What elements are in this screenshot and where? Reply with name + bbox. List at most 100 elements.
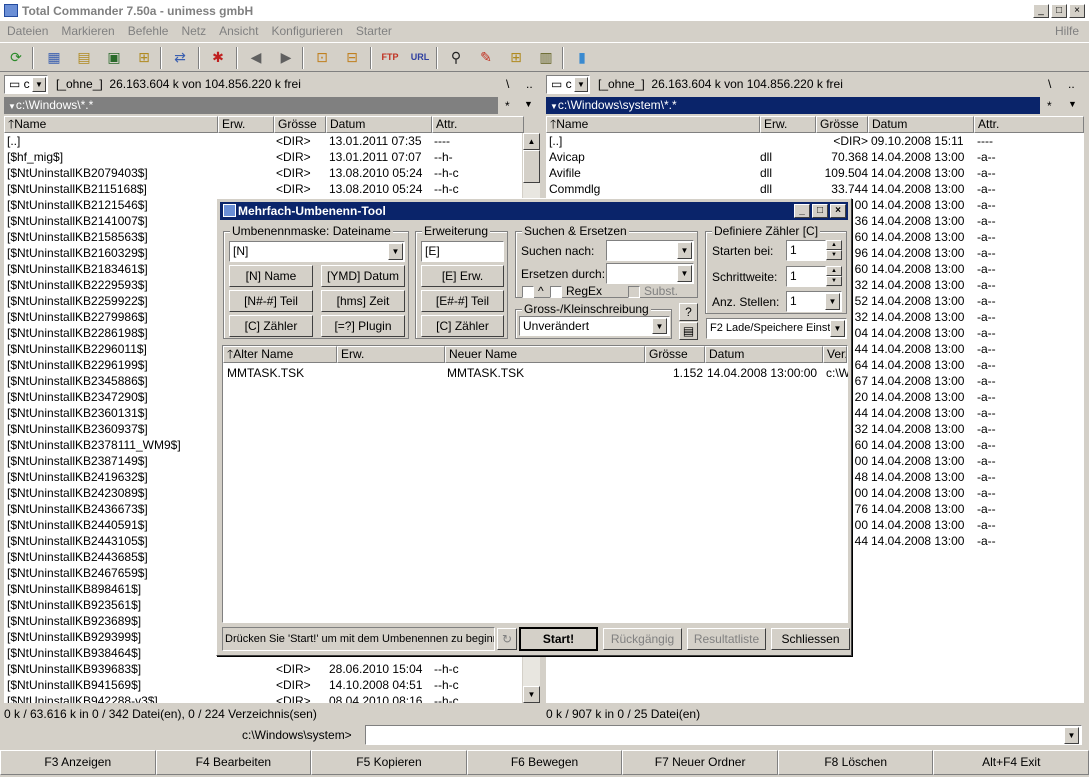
pack-icon[interactable]: ⊡ — [312, 48, 332, 67]
left-col-name[interactable]: 🡑Name — [4, 116, 218, 133]
refresh-icon[interactable]: ⟳ — [6, 48, 26, 67]
f6-move-button[interactable]: F6 Bewegen — [466, 750, 623, 775]
chevron-down-icon[interactable]: ▼ — [388, 243, 403, 260]
help-button[interactable]: ? — [679, 303, 698, 321]
case-select[interactable]: Unverändert — [519, 316, 670, 336]
counter-placeholder-button[interactable]: [C] Zähler — [229, 315, 313, 337]
col-dir[interactable]: Verz — [823, 346, 847, 363]
altf4-exit-button[interactable]: Alt+F4 Exit — [933, 750, 1089, 775]
chevron-down-icon[interactable]: ▼ — [652, 318, 667, 334]
left-col-size[interactable]: Grösse — [274, 116, 326, 133]
ftp-icon[interactable]: FTP — [380, 48, 400, 67]
subst-checkbox[interactable] — [628, 286, 640, 298]
col-ext[interactable]: Erw. — [337, 346, 445, 363]
menu-starter[interactable]: Starter — [356, 24, 392, 40]
invert-selection-icon[interactable]: ⇄ — [170, 48, 190, 67]
file-row[interactable]: [$NtUninstallKB942288-v3$] <DIR> 08.04.201… — [4, 693, 522, 703]
reload-icon[interactable]: ↻ — [497, 628, 517, 650]
right-history-button[interactable]: ▼ — [1068, 99, 1077, 109]
unpack-icon[interactable]: ⊟ — [342, 48, 362, 67]
right-star-button[interactable]: * — [1047, 99, 1052, 113]
file-row[interactable]: Avifile dll 109.504 14.04.2008 13:00 -a-- — [546, 165, 1084, 181]
f7-newfolder-button[interactable]: F7 Neuer Ordner — [622, 750, 778, 775]
f3-view-button[interactable]: F3 Anzeigen — [0, 750, 156, 775]
chevron-down-icon[interactable]: ▼ — [825, 293, 840, 310]
left-drive-select[interactable]: ▭ c ▼ — [4, 75, 48, 94]
close-dialog-button[interactable]: Schliessen — [771, 628, 850, 650]
thumbnail-view-icon[interactable]: ▣ — [104, 48, 124, 67]
sync-dirs-icon[interactable]: ⊞ — [506, 48, 526, 67]
f5-copy-button[interactable]: F5 Kopieren — [311, 750, 467, 775]
left-col-date[interactable]: Datum — [326, 116, 432, 133]
search-icon[interactable]: ⚲ — [446, 48, 466, 67]
time-placeholder-button[interactable]: [hms] Zeit — [321, 290, 405, 312]
left-col-attr[interactable]: Attr. — [432, 116, 524, 133]
extension-input[interactable]: [E] — [421, 241, 504, 262]
ext-placeholder-button[interactable]: [E] Erw. — [421, 265, 504, 287]
scroll-thumb[interactable] — [523, 150, 540, 183]
dialog-maximize-button[interactable]: □ — [812, 204, 828, 218]
right-col-ext[interactable]: Erw. — [760, 116, 816, 133]
date-placeholder-button[interactable]: [YMD] Datum — [321, 265, 405, 287]
col-old-name[interactable]: 🡑Alter Name — [223, 346, 337, 363]
url-icon[interactable]: URL — [410, 48, 430, 67]
forward-icon[interactable]: ▶ — [276, 48, 296, 67]
name-placeholder-button[interactable]: [N] Name — [229, 265, 313, 287]
part-placeholder-button[interactable]: [N#-#] Teil — [229, 290, 313, 312]
scroll-down-icon[interactable]: ▼ — [523, 686, 540, 703]
start-input[interactable]: 1 — [786, 240, 826, 261]
regex-checkbox[interactable] — [550, 286, 562, 298]
chevron-down-icon[interactable]: ▼ — [830, 320, 845, 337]
compare-icon[interactable]: ▥ — [536, 48, 556, 67]
file-row[interactable]: Commdlg dll 33.744 14.04.2008 13:00 -a-- — [546, 181, 1084, 197]
file-row[interactable]: [..] <DIR> 13.01.2011 07:35 ---- — [4, 133, 522, 149]
left-star-button[interactable]: * — [505, 99, 510, 113]
detail-view-icon[interactable]: ▤ — [74, 48, 94, 67]
plugin-placeholder-button[interactable]: [=?] Plugin — [321, 315, 405, 337]
minimize-button[interactable]: _ — [1033, 4, 1049, 18]
left-path-bar[interactable]: ▼c:\Windows\*.* — [4, 97, 498, 114]
notepad-icon[interactable]: ▮ — [572, 48, 592, 67]
right-col-name[interactable]: 🡑Name — [546, 116, 760, 133]
file-row[interactable]: [$NtUninstallKB941569$] <DIR> 14.10.2008 0… — [4, 677, 522, 693]
chevron-down-icon[interactable]: ▼ — [1064, 727, 1079, 744]
dialog-close-button[interactable]: × — [830, 204, 846, 218]
edit-names-icon[interactable]: ▤ — [679, 322, 698, 340]
file-row[interactable]: [$NtUninstallKB2079403$] <DIR> 13.08.2010 … — [4, 165, 522, 181]
menu-hilfe[interactable]: Hilfe — [1055, 24, 1079, 38]
dialog-minimize-button[interactable]: _ — [794, 204, 810, 218]
right-col-attr[interactable]: Attr. — [974, 116, 1084, 133]
menu-dateien[interactable]: Dateien — [7, 24, 48, 40]
back-icon[interactable]: ◀ — [246, 48, 266, 67]
undo-button[interactable]: Rückgängig — [603, 628, 682, 650]
f4-edit-button[interactable]: F4 Bearbeiten — [155, 750, 312, 775]
step-spinner[interactable]: ▲ ▼ — [826, 266, 842, 287]
scroll-up-icon[interactable]: ▲ — [523, 133, 540, 150]
file-row[interactable]: [$hf_mig$] <DIR> 13.01.2011 07:07 --h- — [4, 149, 522, 165]
right-path-bar[interactable]: ▼c:\Windows\system\*.* — [546, 97, 1040, 114]
start-button[interactable]: Start! — [519, 627, 598, 651]
right-drive-select[interactable]: ▭ c ▼ — [546, 75, 590, 94]
right-up-button[interactable]: .. — [1068, 77, 1075, 91]
select-all-icon[interactable]: ✱ — [208, 48, 228, 67]
command-line-input[interactable] — [365, 725, 1082, 745]
step-input[interactable]: 1 — [786, 266, 826, 287]
result-list-button[interactable]: Resultatliste — [687, 628, 766, 650]
multi-rename-icon[interactable]: ✎ — [476, 48, 496, 67]
settings-select[interactable]: F2 Lade/Speichere Einst — [706, 318, 847, 339]
f8-delete-button[interactable]: F8 Löschen — [777, 750, 934, 775]
chevron-down-icon[interactable]: ▼ — [677, 242, 692, 259]
maximize-button[interactable]: □ — [1051, 4, 1067, 18]
mask-input[interactable]: [N] — [229, 241, 405, 262]
file-row[interactable]: [$NtUninstallKB939683$] <DIR> 28.06.2010 1… — [4, 661, 522, 677]
file-row[interactable]: [..] <DIR> 09.10.2008 15:11 ---- — [546, 133, 1084, 149]
file-row[interactable]: [$NtUninstallKB2115168$] <DIR> 13.08.2010 … — [4, 181, 522, 197]
left-up-button[interactable]: .. — [526, 77, 533, 91]
file-row[interactable]: Avicap dll 70.368 14.04.2008 13:00 -a-- — [546, 149, 1084, 165]
menu-befehle[interactable]: Befehle — [128, 24, 169, 40]
rename-row[interactable]: MMTASK.TSK MMTASK.TSK 1.152 14.04.2008 1… — [223, 365, 848, 381]
brief-view-icon[interactable]: ▦ — [44, 48, 64, 67]
left-history-button[interactable]: ▼ — [524, 99, 533, 109]
ext-part-button[interactable]: [E#-#] Teil — [421, 290, 504, 312]
right-col-size[interactable]: Grösse — [816, 116, 868, 133]
